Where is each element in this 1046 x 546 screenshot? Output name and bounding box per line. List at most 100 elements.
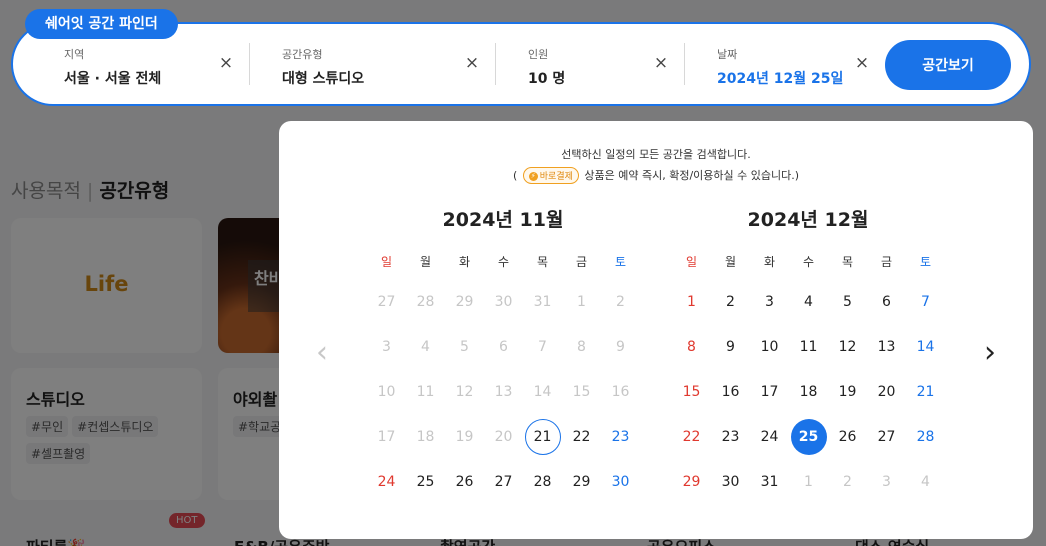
notice-text: 상품은 예약 즉시, 확정/이용하실 수 있습니다.) bbox=[584, 169, 800, 182]
field-divider bbox=[495, 43, 496, 85]
day-cell[interactable]: 1 bbox=[672, 279, 711, 324]
day-cell[interactable]: 27 bbox=[484, 459, 523, 504]
day-cell[interactable]: 8 bbox=[672, 324, 711, 369]
day-number: 20 bbox=[494, 428, 513, 445]
clear-date-icon[interactable]: × bbox=[853, 54, 871, 72]
day-number: 18 bbox=[799, 383, 818, 400]
people-field[interactable]: 인원 10 명 bbox=[528, 46, 565, 88]
day-cell[interactable]: 28 bbox=[523, 459, 562, 504]
weekday-label: 토 bbox=[614, 255, 627, 269]
day-number: 6 bbox=[499, 338, 508, 355]
region-field[interactable]: 지역 서울 · 서울 전체 bbox=[64, 46, 161, 88]
day-number: 18 bbox=[416, 428, 435, 445]
day-number: 6 bbox=[882, 293, 891, 310]
day-cell[interactable]: 13 bbox=[867, 324, 906, 369]
region-label: 지역 bbox=[64, 48, 85, 61]
weekday-label: 목 bbox=[536, 255, 549, 269]
next-month-icon[interactable]: › bbox=[979, 338, 1001, 369]
day-cell[interactable]: 25 bbox=[406, 459, 445, 504]
month-december: 2024년 12월 일 월 화 수 목 금 토 1 2 3 4 5 6 7 8 9 10 11 12 1… bbox=[672, 205, 944, 504]
day-number: 30 bbox=[611, 473, 630, 490]
day-cell: 16 bbox=[601, 369, 640, 414]
day-cell[interactable]: 26 bbox=[828, 414, 867, 459]
day-cell[interactable]: 11 bbox=[789, 324, 828, 369]
day-cell: 11 bbox=[406, 369, 445, 414]
day-cell[interactable]: 22 bbox=[672, 414, 711, 459]
weekday-header: 일 월 화 수 목 금 토 bbox=[367, 253, 639, 270]
clear-space-type-icon[interactable]: × bbox=[463, 54, 481, 72]
day-cell[interactable]: 30 bbox=[601, 459, 640, 504]
day-cell[interactable]: 12 bbox=[828, 324, 867, 369]
day-number: 28 bbox=[533, 473, 552, 490]
day-cell[interactable]: 31 bbox=[750, 459, 789, 504]
people-label: 인원 bbox=[528, 48, 549, 61]
day-cell: 15 bbox=[562, 369, 601, 414]
day-cell[interactable]: 18 bbox=[789, 369, 828, 414]
weekday-label: 일 bbox=[380, 255, 393, 269]
day-cell-selected[interactable]: 25 bbox=[789, 414, 828, 459]
day-number: 10 bbox=[760, 338, 779, 355]
day-cell[interactable]: 3 bbox=[750, 279, 789, 324]
day-cell: 4 bbox=[906, 459, 945, 504]
day-number: 7 bbox=[921, 293, 930, 310]
clear-region-icon[interactable]: × bbox=[217, 54, 235, 72]
day-cell[interactable]: 27 bbox=[867, 414, 906, 459]
day-cell[interactable]: 19 bbox=[828, 369, 867, 414]
clear-people-icon[interactable]: × bbox=[652, 54, 670, 72]
day-cell: 20 bbox=[484, 414, 523, 459]
day-cell[interactable]: 5 bbox=[828, 279, 867, 324]
day-number: 16 bbox=[611, 383, 630, 400]
day-number: 19 bbox=[838, 383, 857, 400]
day-cell-today[interactable]: 21 bbox=[523, 414, 562, 459]
day-cell[interactable]: 26 bbox=[445, 459, 484, 504]
lightning-icon: ⚡ bbox=[528, 172, 538, 181]
day-number: 31 bbox=[533, 293, 552, 310]
weekday-label: 토 bbox=[919, 255, 932, 269]
weekday-label: 금 bbox=[880, 255, 893, 269]
day-number: 10 bbox=[377, 383, 396, 400]
day-cell[interactable]: 15 bbox=[672, 369, 711, 414]
weekday-label: 금 bbox=[575, 255, 588, 269]
day-number: 2 bbox=[726, 293, 735, 310]
month-title: 2024년 11월 bbox=[442, 209, 564, 231]
day-cell[interactable]: 17 bbox=[750, 369, 789, 414]
day-cell: 28 bbox=[406, 279, 445, 324]
day-number: 2 bbox=[843, 473, 852, 490]
field-divider bbox=[684, 43, 685, 85]
day-cell[interactable]: 24 bbox=[367, 459, 406, 504]
day-cell[interactable]: 23 bbox=[601, 414, 640, 459]
day-number: 16 bbox=[721, 383, 740, 400]
day-number: 23 bbox=[721, 428, 740, 445]
date-field[interactable]: 날짜 2024년 12월 25일 bbox=[717, 46, 843, 88]
day-cell[interactable]: 21 bbox=[906, 369, 945, 414]
day-cell[interactable]: 4 bbox=[789, 279, 828, 324]
day-cell[interactable]: 22 bbox=[562, 414, 601, 459]
day-cell[interactable]: 28 bbox=[906, 414, 945, 459]
day-cell[interactable]: 29 bbox=[672, 459, 711, 504]
prev-month-icon[interactable]: ‹ bbox=[311, 338, 333, 369]
day-cell: 17 bbox=[367, 414, 406, 459]
day-cell[interactable]: 29 bbox=[562, 459, 601, 504]
day-number: 30 bbox=[494, 293, 513, 310]
day-cell[interactable]: 10 bbox=[750, 324, 789, 369]
day-cell[interactable]: 24 bbox=[750, 414, 789, 459]
day-cell[interactable]: 23 bbox=[711, 414, 750, 459]
day-number: 1 bbox=[804, 473, 813, 490]
day-cell[interactable]: 9 bbox=[711, 324, 750, 369]
weekday-label: 수 bbox=[802, 255, 815, 269]
day-number: 1 bbox=[577, 293, 586, 310]
day-cell[interactable]: 6 bbox=[867, 279, 906, 324]
day-cell[interactable]: 14 bbox=[906, 324, 945, 369]
day-number: 7 bbox=[538, 338, 547, 355]
day-cell[interactable]: 2 bbox=[711, 279, 750, 324]
space-type-field[interactable]: 공간유형 대형 스튜디오 bbox=[282, 46, 364, 88]
day-cell[interactable]: 20 bbox=[867, 369, 906, 414]
day-number: 24 bbox=[760, 428, 779, 445]
region-value: 서울 · 서울 전체 bbox=[64, 71, 162, 87]
day-cell[interactable]: 30 bbox=[711, 459, 750, 504]
day-cell[interactable]: 16 bbox=[711, 369, 750, 414]
search-button[interactable]: 공간보기 bbox=[885, 40, 1011, 90]
day-cell[interactable]: 7 bbox=[906, 279, 945, 324]
space-type-value: 대형 스튜디오 bbox=[282, 71, 365, 87]
day-cell: 12 bbox=[445, 369, 484, 414]
